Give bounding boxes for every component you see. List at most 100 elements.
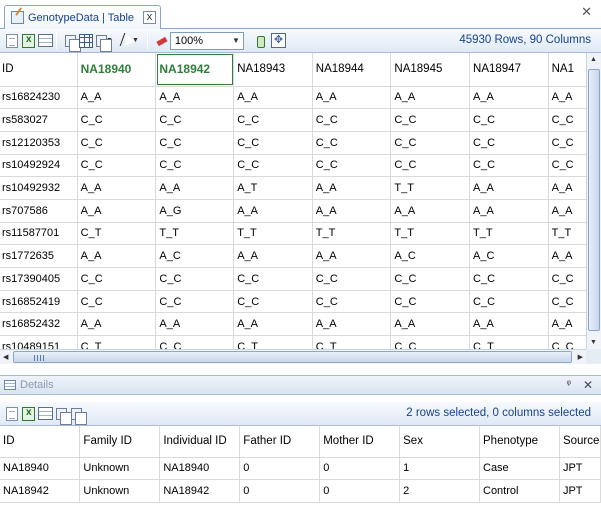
row-id-cell[interactable]: rs707586 — [0, 199, 78, 223]
table-cell[interactable]: A_A — [390, 312, 471, 337]
table-cell[interactable]: A_A — [548, 199, 588, 223]
row-id-cell[interactable]: rs583027 — [0, 108, 78, 132]
table-cell[interactable]: C_C — [312, 267, 392, 291]
table-cell[interactable]: C_T — [77, 222, 157, 246]
table-cell[interactable]: A_A — [312, 244, 392, 268]
fit-to-window-icon[interactable] — [270, 33, 286, 48]
grid-view-icon[interactable] — [79, 33, 93, 48]
table-cell[interactable]: A_G — [155, 199, 235, 223]
table-cell[interactable]: NA18942 — [159, 479, 241, 503]
scroll-down-arrow-icon[interactable]: ▼ — [590, 339, 597, 346]
table-cell[interactable]: A_C — [469, 244, 549, 268]
row-id-cell[interactable]: rs1772635 — [0, 244, 78, 268]
column-header[interactable]: Source — [559, 426, 601, 458]
table-cell[interactable]: C_C — [77, 154, 157, 178]
new-page-icon[interactable] — [6, 33, 18, 48]
table-cell[interactable]: A_A — [77, 244, 157, 268]
table-cell[interactable]: C_C — [312, 131, 392, 155]
close-panel-icon[interactable]: ✕ — [583, 378, 593, 392]
table-cell[interactable]: A_A — [312, 176, 392, 200]
export-excel-icon[interactable] — [22, 33, 35, 48]
column-header[interactable]: Family ID — [79, 426, 161, 458]
table-row[interactable]: rs16852432 A_A A_A A_A A_A A_A A_A A_A — [0, 312, 588, 337]
column-header[interactable]: NA18944 — [312, 53, 392, 87]
table-row[interactable]: rs16824230 A_A A_A A_A A_A A_A A_A A_A — [0, 86, 588, 110]
row-id-cell[interactable]: rs12120353 — [0, 131, 78, 155]
table-cell[interactable]: A_A — [77, 312, 157, 337]
table-cell[interactable]: NA18940 — [159, 457, 241, 480]
table-row[interactable]: rs10489151 C_T C_C C_T C_T C_C C_T C_C — [0, 335, 588, 349]
table-cell[interactable]: A_A — [469, 86, 549, 110]
table-cell[interactable]: C_C — [233, 108, 313, 132]
details-table[interactable]: ID Family ID Individual ID Father ID Mother … — [0, 426, 601, 510]
table-cell[interactable]: C_C — [233, 267, 313, 291]
zoom-select[interactable]: 100% ▼ — [169, 31, 244, 50]
table-cell[interactable]: A_A — [233, 244, 313, 268]
row-id-cell[interactable]: rs10489151 — [0, 335, 78, 349]
table-row[interactable]: rs1772635 A_A A_C A_A A_A A_C A_C A_A — [0, 244, 588, 268]
table-cell[interactable]: A_C — [155, 244, 235, 268]
table-cell[interactable]: 0 — [319, 457, 401, 480]
table-cell[interactable]: A_A — [155, 176, 235, 200]
table-cell[interactable]: C_T — [469, 335, 549, 349]
row-id-cell[interactable]: rs17390405 — [0, 267, 78, 291]
table-cell[interactable]: JPT — [559, 457, 601, 480]
table-cell[interactable]: 0 — [239, 479, 321, 503]
export-table-icon[interactable] — [38, 407, 53, 420]
table-cell[interactable]: T_T — [155, 222, 235, 246]
table-cell[interactable]: A_C — [390, 244, 471, 268]
table-cell[interactable]: C_C — [312, 108, 392, 132]
table-cell[interactable]: C_C — [77, 131, 157, 155]
table-row[interactable]: rs10492932 A_A A_A A_T A_A T_T A_A A_A — [0, 176, 588, 200]
scroll-left-arrow-icon[interactable]: ◀ — [3, 353, 8, 361]
table-row[interactable]: rs12120353 C_C C_C C_C C_C C_C C_C C_C — [0, 131, 588, 155]
table-cell[interactable]: T_T — [469, 222, 549, 246]
table-cell[interactable]: A_A — [233, 312, 313, 337]
table-cell[interactable]: T_T — [233, 222, 313, 246]
table-cell[interactable]: C_C — [469, 131, 549, 155]
table-cell[interactable]: C_C — [155, 131, 235, 155]
table-cell[interactable]: A_A — [312, 199, 392, 223]
table-cell[interactable]: A_A — [312, 86, 392, 110]
table-cell[interactable]: C_C — [155, 267, 235, 291]
pointer-tool-icon[interactable] — [121, 34, 133, 48]
table-cell[interactable]: C_T — [233, 335, 313, 349]
table-cell[interactable]: T_T — [390, 222, 471, 246]
table-cell[interactable]: A_A — [155, 86, 235, 110]
table-cell[interactable]: C_C — [469, 108, 549, 132]
table-cell[interactable]: C_C — [233, 154, 313, 178]
table-cell[interactable]: A_A — [548, 244, 588, 268]
table-cell[interactable]: A_A — [469, 176, 549, 200]
row-id-cell[interactable]: NA18940 — [0, 457, 81, 480]
table-cell[interactable]: A_A — [233, 86, 313, 110]
table-cell[interactable]: A_A — [469, 312, 549, 337]
table-cell[interactable]: Case — [479, 457, 560, 480]
row-id-cell[interactable]: rs16852432 — [0, 312, 78, 337]
table-cell[interactable]: C_C — [390, 154, 471, 178]
table-cell[interactable]: C_C — [77, 290, 157, 314]
column-header[interactable]: NA1 — [548, 53, 588, 87]
table-cell[interactable]: 2 — [399, 479, 480, 503]
table-row[interactable]: rs11587701 C_T T_T T_T T_T T_T T_T T_T — [0, 222, 588, 246]
column-header[interactable]: NA18945 — [390, 53, 471, 87]
tab-close-button[interactable]: x — [143, 11, 156, 24]
row-id-cell[interactable]: rs11587701 — [0, 222, 78, 246]
table-row[interactable]: rs583027 C_C C_C C_C C_C C_C C_C C_C — [0, 108, 588, 132]
copy-icon[interactable] — [56, 407, 72, 425]
table-cell[interactable]: A_A — [77, 176, 157, 200]
table-cell[interactable]: A_A — [390, 199, 471, 223]
table-row[interactable]: rs10492924 C_C C_C C_C C_C C_C C_C C_C — [0, 154, 588, 178]
copy-icon[interactable] — [65, 34, 81, 52]
table-cell[interactable]: C_C — [548, 290, 588, 314]
export-excel-icon[interactable] — [22, 406, 35, 421]
table-cell[interactable]: C_C — [233, 290, 313, 314]
column-header[interactable]: NA18947 — [469, 53, 549, 87]
table-cell[interactable]: 1 — [399, 457, 480, 480]
column-header-id[interactable]: ID — [0, 53, 78, 87]
scroll-right-arrow-icon[interactable]: ▶ — [578, 353, 583, 361]
scroll-up-arrow-icon[interactable]: ▲ — [590, 56, 597, 63]
close-document-icon[interactable]: ✕ — [581, 4, 592, 20]
column-header[interactable]: Mother ID — [319, 426, 401, 458]
table-cell[interactable]: C_C — [233, 131, 313, 155]
column-header[interactable]: Phenotype — [479, 426, 560, 458]
